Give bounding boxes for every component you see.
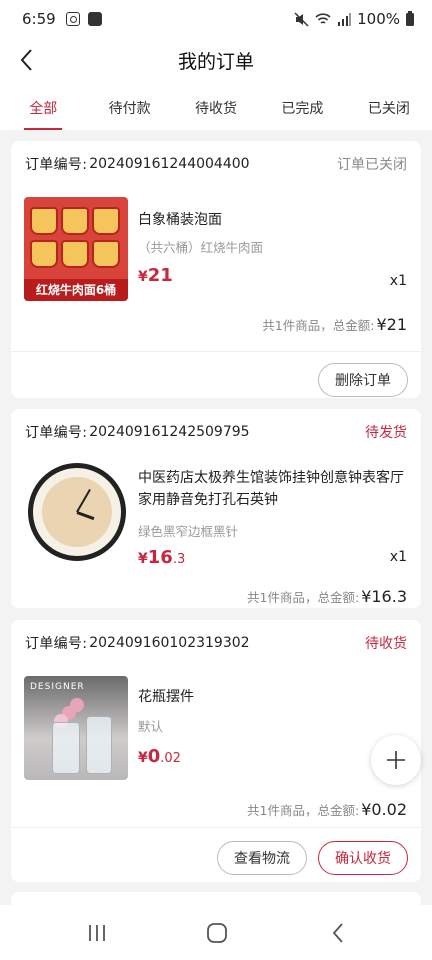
order-actions: 查看物流 确认收货: [11, 828, 421, 888]
order-total: ¥0.02: [361, 800, 407, 819]
product-name: 中医药店太极养生馆装饰挂钟创意钟表客厅家用静音免打孔石英钟: [138, 470, 404, 508]
tab-pending-receipt[interactable]: 待收货: [173, 82, 259, 130]
wifi-icon: [315, 13, 331, 24]
order-status: 待收货: [365, 636, 407, 652]
summary-text: 共1件商品，总金额:: [262, 318, 375, 333]
product-price: ¥21: [138, 265, 173, 286]
product-spec: 绿色黑窄边框黑针: [138, 524, 239, 539]
order-status: 订单已关闭: [337, 157, 407, 173]
system-nav-bar: [0, 905, 432, 960]
product-spec: 默认: [138, 719, 164, 734]
order-summary: 共1件商品，总金额: ¥21: [11, 315, 421, 343]
summary-text: 共1件商品，总金额:: [247, 803, 360, 818]
price-decimal: .3: [172, 552, 186, 567]
price-integer: 16: [147, 547, 173, 568]
summary-text: 共1件商品，总金额:: [247, 590, 360, 605]
order-summary: 共1件商品，总金额: ¥0.02: [11, 800, 421, 819]
confirm-receipt-button[interactable]: 确认收货: [318, 841, 408, 875]
product-quantity: x1: [389, 273, 407, 289]
plus-icon: [387, 751, 405, 769]
order-status: 待发货: [365, 425, 407, 441]
signal-icon: [338, 12, 352, 26]
back-nav-icon[interactable]: [330, 922, 346, 944]
status-bar: 6:59 100%: [0, 0, 432, 38]
product-name: 白象桶装泡面: [138, 212, 222, 228]
product-image-caption: 红烧牛肉面6桶: [24, 279, 128, 301]
order-header: 订单编号: 202409161242509795 待发货: [11, 409, 421, 455]
order-number-label: 订单编号:: [25, 157, 88, 173]
price-currency: ¥: [138, 551, 148, 567]
price-currency: ¥: [138, 269, 148, 285]
order-header: 订单编号: 202409161244004400 订单已关闭: [11, 141, 421, 187]
product-price: ¥16.3: [138, 547, 185, 568]
product-price: ¥0.02: [138, 746, 181, 767]
order-total: ¥21: [376, 315, 407, 334]
order-number-label: 订单编号:: [25, 636, 88, 652]
view-logistics-button[interactable]: 查看物流: [217, 841, 307, 875]
header: 我的订单: [0, 38, 432, 82]
product-row[interactable]: 中医药店太极养生馆装饰挂钟创意钟表客厅家用静音免打孔石英钟 绿色黑窄边框黑针 ¥…: [11, 455, 421, 573]
product-quantity: x1: [389, 549, 407, 565]
product-image[interactable]: DESIGNER: [24, 676, 128, 780]
tab-completed[interactable]: 已完成: [259, 82, 345, 130]
battery-icon: [406, 10, 414, 26]
order-card-peek: [11, 892, 421, 905]
price-currency: ¥: [138, 750, 148, 766]
page-title: 我的订单: [177, 51, 254, 73]
order-header: 订单编号: 202409160102319302 待收货: [11, 620, 421, 666]
home-icon[interactable]: [206, 922, 228, 944]
product-name: 花瓶摆件: [138, 689, 194, 705]
order-total: ¥16.3: [361, 587, 407, 606]
status-right: 100%: [294, 10, 414, 28]
order-number: 202409161242509795: [89, 424, 250, 440]
order-number-label: 订单编号:: [25, 425, 88, 441]
tab-pending-payment[interactable]: 待付款: [86, 82, 172, 130]
order-tabs: 全部 待付款 待收货 已完成 已关闭: [0, 82, 432, 130]
product-image[interactable]: [24, 461, 128, 565]
product-spec: （共六桶）红烧牛肉面: [138, 240, 264, 255]
order-card: 订单编号: 202409161242509795 待发货 中医药店太极养生馆装饰…: [11, 409, 421, 608]
product-image-caption: DESIGNER: [30, 682, 85, 692]
tab-closed[interactable]: 已关闭: [346, 82, 432, 130]
order-actions: 删除订单: [11, 352, 421, 408]
order-card: 订单编号: 202409160102319302 待收货 DESIGNER 花瓶…: [11, 620, 421, 882]
battery-percent: 100%: [357, 10, 400, 28]
delete-order-button[interactable]: 删除订单: [318, 363, 408, 397]
product-row[interactable]: DESIGNER 花瓶摆件 默认 ¥0.02: [11, 666, 421, 784]
order-card: 订单编号: 202409161244004400 订单已关闭 红烧牛肉面6桶 白…: [11, 141, 421, 398]
notification-icon: [65, 12, 80, 26]
order-number: 202409161244004400: [89, 156, 250, 172]
product-image[interactable]: 红烧牛肉面6桶: [24, 197, 128, 301]
mute-icon: [294, 11, 309, 27]
floating-add-button[interactable]: [371, 735, 421, 785]
tab-all[interactable]: 全部: [0, 82, 86, 130]
price-integer: 21: [147, 265, 173, 286]
status-time: 6:59: [22, 10, 56, 28]
price-decimal: .02: [160, 751, 181, 766]
price-integer: 0: [147, 746, 161, 767]
order-number: 202409160102319302: [89, 635, 250, 651]
order-summary: 共1件商品，总金额: ¥16.3: [11, 587, 421, 606]
recent-apps-icon[interactable]: [86, 923, 108, 943]
product-row[interactable]: 红烧牛肉面6桶 白象桶装泡面 （共六桶）红烧牛肉面 ¥21 x1: [11, 187, 421, 315]
gallery-icon: [87, 12, 102, 26]
